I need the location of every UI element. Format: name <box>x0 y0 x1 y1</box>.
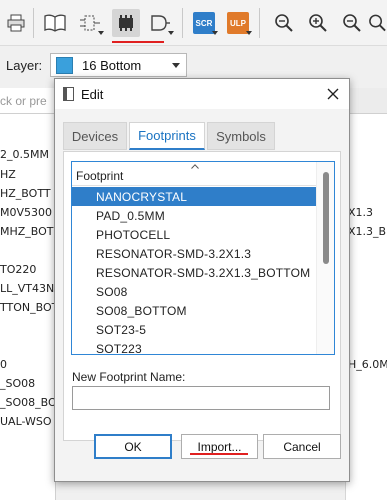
printer-icon[interactable] <box>2 9 30 37</box>
column-header-footprint[interactable]: Footprint <box>72 162 316 186</box>
dropdown-caret-icon <box>98 31 104 35</box>
chevron-down-icon <box>172 63 180 68</box>
vertical-scrollbar[interactable] <box>316 162 334 354</box>
device-icon[interactable] <box>146 9 174 37</box>
zoom-in-icon[interactable] <box>304 9 332 37</box>
list-item[interactable]: SO08_BOTTOM <box>72 301 316 320</box>
dropdown-caret-icon <box>168 31 174 35</box>
layer-color-swatch <box>56 56 73 74</box>
library-search-input[interactable]: ck or pre <box>0 88 55 114</box>
details-panel: X1.3 X1.3_B H_6.0M <box>345 88 387 500</box>
sort-ascending-icon <box>191 164 199 169</box>
cancel-button[interactable]: Cancel <box>263 434 341 459</box>
layer-label: Layer: <box>6 58 43 73</box>
list-item[interactable]: UAL-WSO <box>0 415 52 428</box>
column-header-label: Footprint <box>76 169 124 183</box>
list-item[interactable]: MHZ_BOT <box>0 225 54 238</box>
list-item[interactable]: 0 <box>0 358 7 371</box>
toolbar-separator <box>259 8 260 38</box>
book-icon <box>63 87 74 101</box>
list-item[interactable]: RESONATOR-SMD-3.2X1.3 <box>72 244 316 263</box>
list-item[interactable]: M0V5300 <box>0 206 52 219</box>
list-item[interactable]: PHOTOCELL <box>72 225 316 244</box>
list-item: X1.3 <box>348 206 374 219</box>
zoom-fit-icon[interactable] <box>270 9 298 37</box>
list-item[interactable]: RESONATOR-SMD-3.2X1.3_BOTTOM <box>72 263 316 282</box>
ok-button[interactable]: OK <box>94 434 172 459</box>
edit-dialog: Edit Devices Footprints Symbols Footprin… <box>54 78 350 482</box>
details-header <box>346 88 387 114</box>
package-icon[interactable] <box>112 9 140 37</box>
footprint-list[interactable]: Footprint NANOCRYSTAL PAD_0.5MM PHOTOCEL… <box>71 161 335 355</box>
dropdown-caret-icon <box>246 31 252 35</box>
dropdown-caret-icon <box>212 31 218 35</box>
layer-value: 16 Bottom <box>82 57 142 73</box>
list-item[interactable]: PAD_0.5MM <box>72 206 316 225</box>
tab-symbols[interactable]: Symbols <box>207 122 275 150</box>
dialog-titlebar: Edit <box>55 79 349 109</box>
toolbar-separator <box>182 8 183 38</box>
toolbar: SCR ULP <box>0 0 387 46</box>
zoom-icon[interactable] <box>368 9 387 37</box>
list-item[interactable]: SO08 <box>72 282 316 301</box>
scrollbar-thumb[interactable] <box>323 172 329 264</box>
list-item[interactable]: TO220 <box>0 263 36 276</box>
list-item: H_6.0M <box>348 358 387 371</box>
new-footprint-name-label: New Footprint Name: <box>72 370 186 384</box>
footprints-tab-panel: Footprint NANOCRYSTAL PAD_0.5MM PHOTOCEL… <box>63 151 341 441</box>
ulp-icon[interactable]: ULP <box>224 9 252 37</box>
list-item[interactable]: _SO08_BO <box>0 396 55 409</box>
list-item: X1.3_B <box>348 225 387 238</box>
scr-icon[interactable]: SCR <box>190 9 218 37</box>
import-highlight-underline <box>190 453 248 455</box>
list-item[interactable]: TTON_BOT <box>0 301 55 314</box>
new-footprint-name-field[interactable] <box>72 386 330 410</box>
list-item[interactable]: HZ <box>0 168 16 181</box>
close-icon <box>327 88 339 100</box>
layer-select[interactable]: 16 Bottom <box>50 53 187 77</box>
list-item[interactable]: SOT223 <box>72 339 316 354</box>
toolbar-separator <box>33 8 34 38</box>
dialog-title: Edit <box>81 87 104 102</box>
list-item[interactable]: SOT23-5 <box>72 320 316 339</box>
close-button[interactable] <box>323 84 343 104</box>
list-item[interactable]: HZ_BOTT <box>0 187 51 200</box>
list-item[interactable]: _SO08 <box>0 377 35 390</box>
tab-devices[interactable]: Devices <box>63 122 127 150</box>
list-item[interactable]: 2_0.5MM <box>0 148 49 161</box>
schematic-symbol-icon[interactable] <box>76 9 104 37</box>
zoom-out-icon[interactable] <box>338 9 366 37</box>
library-list-panel: ck or pre 2_0.5MM HZ HZ_BOTT M0V5300 MHZ… <box>0 88 56 500</box>
book-icon[interactable] <box>41 9 69 37</box>
list-item[interactable]: LL_VT43N <box>0 282 54 295</box>
list-item-selected[interactable]: NANOCRYSTAL <box>72 187 316 206</box>
import-button[interactable]: Import... <box>181 434 258 459</box>
active-tool-underline <box>112 41 164 43</box>
tab-footprints[interactable]: Footprints <box>129 122 205 150</box>
